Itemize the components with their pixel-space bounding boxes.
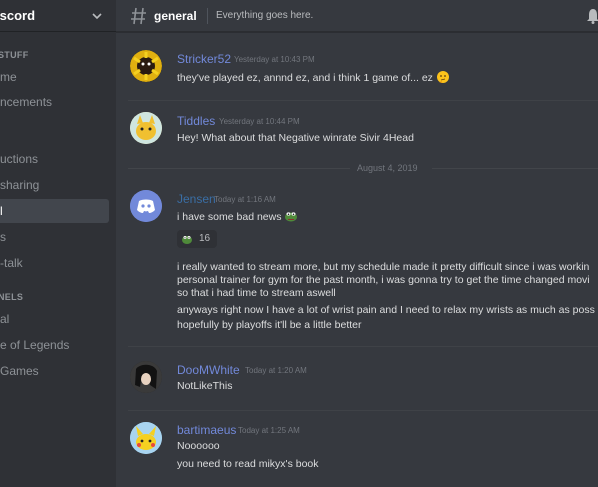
thinking-emoji-icon: [436, 71, 449, 83]
message-separator: [128, 410, 598, 411]
header-divider: [207, 8, 208, 24]
chevron-down-icon[interactable]: [91, 10, 103, 22]
message-group: DooMWhite Today at 1:20 AM NotLikeThis: [116, 357, 598, 407]
bell-icon[interactable]: [586, 8, 598, 24]
reaction-button[interactable]: 16: [177, 230, 217, 248]
sidebar-item-off-topic-talk[interactable]: -talk: [0, 251, 109, 275]
avatar[interactable]: [130, 112, 162, 144]
sidebar-item-clip-sharing[interactable]: sharing: [0, 173, 109, 197]
avatar[interactable]: [130, 422, 162, 454]
sad-frog-emoji-icon: [285, 212, 298, 222]
avatar[interactable]: [130, 361, 162, 393]
message-group: bartimaeus Today at 1:25 AM Noooooo you …: [116, 420, 598, 480]
avatar[interactable]: [130, 190, 162, 222]
message-text: so that i had time to stream aswell: [177, 287, 336, 299]
channel-name: general: [154, 9, 197, 23]
category-channels[interactable]: NELS: [0, 292, 23, 302]
message-text: Noooooo: [177, 440, 220, 452]
message-timestamp: Yesterday at 10:43 PM: [234, 55, 315, 64]
date-divider: August 4, 2019: [357, 163, 418, 173]
sidebar-item-instructions[interactable]: uctions: [0, 147, 109, 171]
message-author[interactable]: bartimaeus: [177, 423, 236, 437]
message-text: hopefully by playoffs it'll be a little …: [177, 319, 362, 331]
message-separator: [128, 100, 598, 101]
channel-header: general Everything goes here.: [116, 0, 598, 32]
message-text: personal trainer for gym for the past mo…: [177, 274, 590, 286]
sidebar-item-memes[interactable]: s: [0, 225, 109, 249]
sidebar-item-home[interactable]: me: [0, 65, 109, 89]
channel-topic: Everything goes here.: [216, 10, 314, 21]
message-timestamp: Today at 1:25 AM: [238, 426, 300, 435]
sidebar-item-announcements[interactable]: ncements: [0, 90, 109, 114]
message-text: you need to read mikyx's book: [177, 458, 319, 470]
message-timestamp: Today at 1:16 AM: [214, 195, 276, 204]
message-author[interactable]: Jensen: [177, 192, 216, 206]
sidebar-item-other-games[interactable]: Games: [0, 359, 109, 383]
avatar[interactable]: [130, 50, 162, 82]
sad-frog-emoji-icon: [182, 236, 192, 244]
message-timestamp: Yesterday at 10:44 PM: [219, 117, 300, 126]
message-text: i really wanted to stream more, but my s…: [177, 261, 590, 273]
date-divider-line: [432, 168, 598, 169]
message-author[interactable]: Stricker52: [177, 52, 231, 66]
message-text: they've played ez, annnd ez, and i think…: [177, 70, 450, 84]
message-author[interactable]: DooMWhite: [177, 363, 240, 377]
sidebar-item-league-of-legends[interactable]: e of Legends: [0, 333, 109, 357]
reaction-count: 16: [199, 233, 211, 244]
sidebar-item-general[interactable]: l: [0, 199, 109, 223]
server-name: iscord: [0, 8, 36, 23]
message-timestamp: Today at 1:20 AM: [245, 366, 307, 375]
message-author[interactable]: Tiddles: [177, 114, 215, 128]
message-text: Hey! What about that Negative winrate Si…: [177, 132, 414, 144]
sidebar-item-voice-general[interactable]: al: [0, 307, 109, 331]
message-text: i have some bad news: [177, 210, 298, 223]
message-group: Tiddles Yesterday at 10:44 PM Hey! What …: [116, 108, 598, 158]
message-group: Stricker52 Yesterday at 10:43 PM they've…: [116, 46, 598, 96]
date-divider-line: [128, 168, 350, 169]
category-stuff[interactable]: STUFF: [0, 50, 29, 60]
message-text: NotLikeThis: [177, 380, 233, 392]
message-text: anyways right now I have a lot of wrist …: [177, 304, 595, 316]
message-group: Jensen Today at 1:16 AM i have some bad …: [116, 186, 598, 336]
channel-sidebar: iscord STUFF me ncements uctions sharing…: [0, 0, 116, 487]
message-separator: [128, 346, 598, 347]
hash-icon: [131, 7, 146, 25]
server-header[interactable]: iscord: [0, 0, 116, 32]
